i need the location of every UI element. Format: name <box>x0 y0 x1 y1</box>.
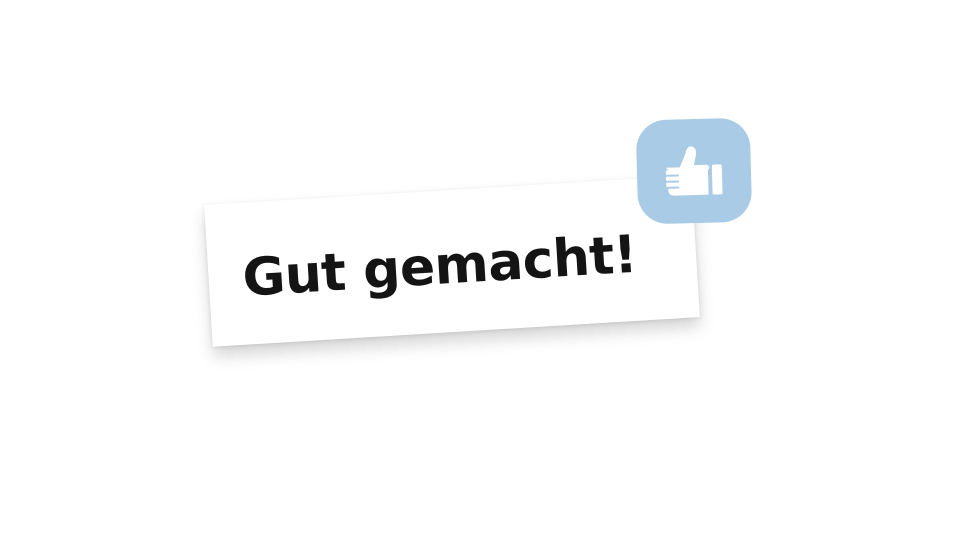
success-message: Gut gemacht! <box>240 224 639 309</box>
thumbs-up-icon <box>665 146 723 196</box>
stage: Gut gemacht! <box>0 0 960 540</box>
message-card: Gut gemacht! <box>204 175 700 347</box>
success-badge: Gut gemacht! <box>204 117 753 347</box>
like-bubble <box>635 117 753 225</box>
